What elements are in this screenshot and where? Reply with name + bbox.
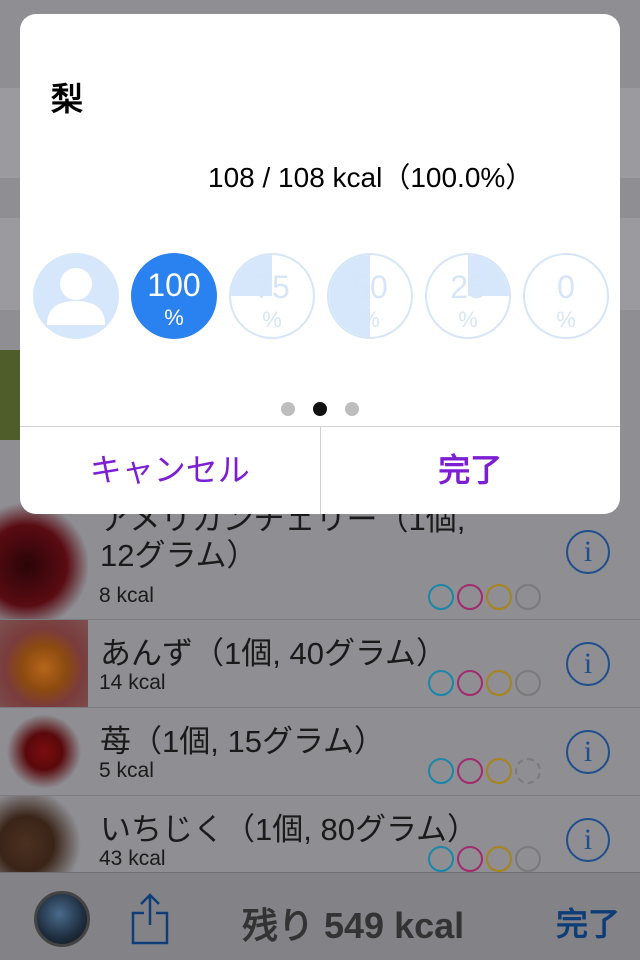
status-dot-yellow xyxy=(486,584,512,610)
status-dot-pink xyxy=(457,758,483,784)
status-dots xyxy=(428,584,541,610)
portion-number: 25 xyxy=(450,269,486,305)
cancel-button[interactable]: キャンセル xyxy=(20,427,321,514)
portion-unit: % xyxy=(360,307,380,332)
list-item[interactable]: 苺（1個, 15グラム） 5 kcal i xyxy=(0,708,640,796)
info-icon[interactable]: i xyxy=(566,818,610,862)
portion-options: 100 % 75 % 50 % 25 % 0 % xyxy=(33,253,609,339)
list-item[interactable]: アメリカンチェリー（1個, 12グラム） 8 kcal i xyxy=(0,500,640,620)
status-dot-pink xyxy=(457,846,483,872)
info-icon[interactable]: i xyxy=(566,642,610,686)
toolbar-done-button[interactable]: 完了 xyxy=(556,899,620,945)
info-icon[interactable]: i xyxy=(566,730,610,774)
strawberry-thumbnail xyxy=(0,708,88,795)
portion-option-75[interactable]: 75 % xyxy=(229,253,315,339)
status-dot-gray xyxy=(515,670,541,696)
portion-number: 0 xyxy=(557,269,575,305)
page-dot xyxy=(345,402,359,416)
item-kcal: 5 kcal xyxy=(99,759,154,782)
page-indicator[interactable] xyxy=(20,402,620,416)
status-dot-gray xyxy=(515,584,541,610)
kcal-summary: 108 / 108 kcal（100.0%） xyxy=(208,162,534,193)
portion-option-100[interactable]: 100 % xyxy=(131,253,217,339)
item-name: いちじく（1個, 80グラム） xyxy=(100,812,479,847)
portion-unit: % xyxy=(458,307,478,332)
cherry-thumbnail xyxy=(0,500,88,619)
status-dot-pink xyxy=(457,670,483,696)
item-name: 苺（1個, 15グラム） xyxy=(100,724,386,759)
remaining-kcal: 残り 549 kcal xyxy=(242,905,465,946)
status-dots xyxy=(428,670,541,696)
item-kcal: 8 kcal xyxy=(99,584,154,607)
progress-ring-icon[interactable] xyxy=(34,891,90,947)
status-dot-cyan xyxy=(428,584,454,610)
status-dot-pink xyxy=(457,584,483,610)
status-dot-yellow xyxy=(486,758,512,784)
list-item[interactable]: あんず（1個, 40グラム） 14 kcal i xyxy=(0,620,640,708)
dialog-title: 梨 xyxy=(51,81,84,117)
status-dot-cyan xyxy=(428,670,454,696)
avocado-thumbnail xyxy=(0,350,22,440)
portion-option-0[interactable]: 0 % xyxy=(523,253,609,339)
status-dot-yellow xyxy=(486,846,512,872)
status-dot-cyan xyxy=(428,758,454,784)
status-dots xyxy=(428,846,541,872)
portion-unit: % xyxy=(262,307,282,332)
portion-number: 75 xyxy=(254,269,290,305)
list-item[interactable]: いちじく（1個, 80グラム） 43 kcal i xyxy=(0,796,640,884)
status-dots xyxy=(428,758,541,784)
item-name: あんず（1個, 40グラム） xyxy=(100,636,448,671)
dialog-actions: キャンセル 完了 xyxy=(20,426,620,514)
info-icon[interactable]: i xyxy=(566,530,610,574)
person-icon xyxy=(47,268,105,325)
portion-unit: % xyxy=(164,305,184,330)
status-dot-gray xyxy=(515,758,541,784)
page-dot xyxy=(281,402,295,416)
status-dot-yellow xyxy=(486,670,512,696)
page-dot-active xyxy=(313,402,327,416)
portion-unit: % xyxy=(556,307,576,332)
portion-number: 50 xyxy=(352,269,388,305)
item-name-line2: 12グラム） xyxy=(100,538,258,573)
person-option[interactable] xyxy=(33,253,119,339)
portion-option-25[interactable]: 25 % xyxy=(425,253,511,339)
bottom-toolbar: 残り 549 kcal 完了 xyxy=(0,872,640,960)
portion-option-50[interactable]: 50 % xyxy=(327,253,413,339)
fig-thumbnail xyxy=(0,796,88,883)
portion-number: 100 xyxy=(147,267,201,303)
status-dot-cyan xyxy=(428,846,454,872)
item-kcal: 43 kcal xyxy=(99,847,166,870)
done-button[interactable]: 完了 xyxy=(321,427,621,514)
portion-dialog: 梨 108 / 108 kcal（100.0%） 100 % 75 % 50 % xyxy=(20,14,620,514)
apricot-thumbnail xyxy=(0,620,88,707)
share-icon[interactable] xyxy=(130,891,170,945)
item-kcal: 14 kcal xyxy=(99,671,166,694)
status-dot-gray xyxy=(515,846,541,872)
